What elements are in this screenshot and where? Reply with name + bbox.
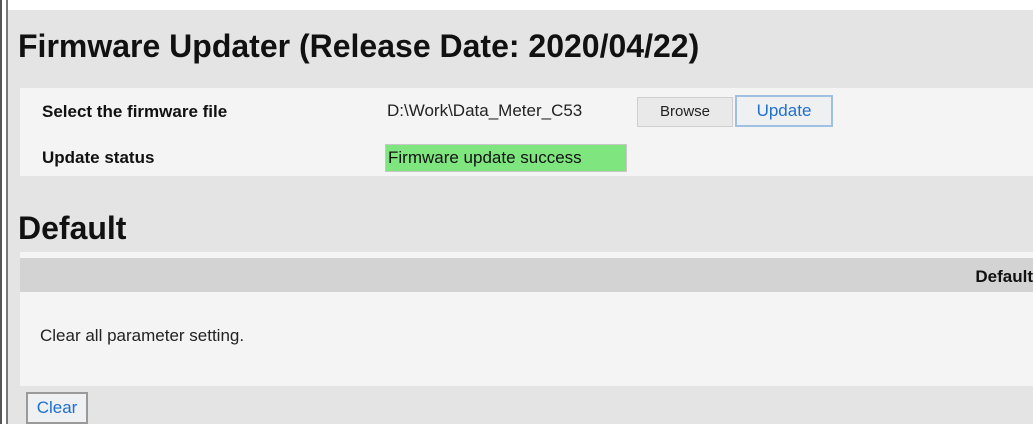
firmware-file-field[interactable]: D:\Work\Data_Meter_C53	[385, 96, 637, 126]
page-frame: Firmware Updater (Release Date: 2020/04/…	[0, 0, 1033, 424]
default-panel: Default Clear all parameter setting.	[20, 252, 1033, 386]
select-firmware-label: Select the firmware file	[42, 102, 228, 121]
default-title: Default	[18, 210, 127, 246]
default-table-header: Default	[20, 258, 1033, 292]
browse-button[interactable]: Browse	[637, 97, 733, 127]
update-button[interactable]: Update	[735, 95, 833, 127]
update-status-value: Firmware update success	[385, 144, 627, 172]
default-header-label: Default	[975, 267, 1033, 286]
firmware-updater-title: Firmware Updater (Release Date: 2020/04/…	[18, 28, 700, 64]
firmware-panel: Select the firmware file D:\Work\Data_Me…	[20, 88, 1033, 176]
clear-button[interactable]: Clear	[26, 392, 88, 424]
left-border	[0, 0, 2, 424]
clear-description: Clear all parameter setting.	[40, 326, 245, 345]
update-status-label: Update status	[42, 148, 155, 167]
